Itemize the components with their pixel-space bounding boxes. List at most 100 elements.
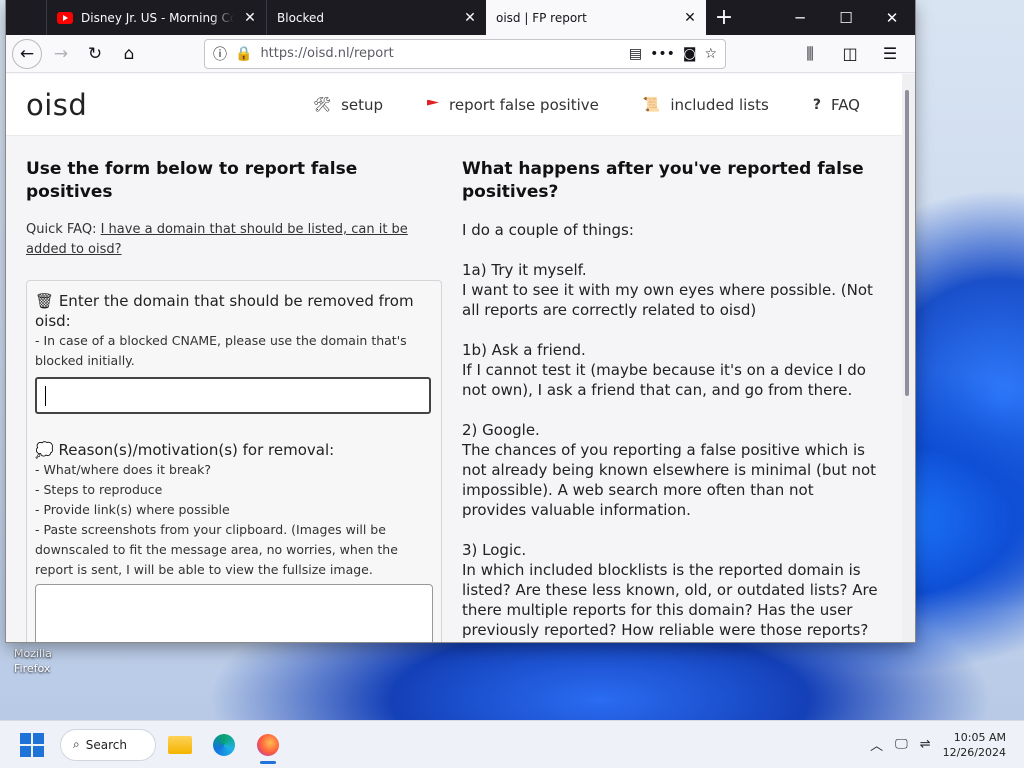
taskbar-search[interactable]: ⌕ Search (60, 728, 156, 761)
domain-hint: - In case of a blocked CNAME, please use… (35, 333, 407, 368)
file-explorer-button[interactable] (160, 725, 200, 765)
tab-title: Blocked (277, 10, 325, 25)
info-step: 1a) Try it myself. I want to see it with… (462, 260, 882, 320)
site-header: oisd 🛠 setup report false positive 📜 inc… (6, 74, 902, 136)
tab-disney[interactable]: Disney Jr. US - Morning Conti ✕ (46, 0, 266, 35)
new-tab-button[interactable]: + (706, 0, 742, 35)
nav-report-label: report false positive (449, 95, 599, 114)
close-icon[interactable]: ✕ (462, 10, 478, 26)
close-icon[interactable]: ✕ (682, 10, 698, 26)
tab-fp-report[interactable]: oisd | FP report ✕ (486, 0, 706, 35)
clock-time: 10:05 AM (953, 730, 1006, 744)
minimize-icon[interactable]: ─ (777, 0, 823, 35)
speech-bubble-icon: 💭 (35, 441, 54, 459)
tab-title: Disney Jr. US - Morning Conti (81, 10, 234, 25)
page-scrollbar[interactable] (902, 74, 915, 642)
flag-icon (427, 99, 440, 106)
bookmark-star-icon[interactable]: ☆ (704, 46, 717, 62)
quick-faq-prefix: Quick FAQ: (26, 222, 97, 237)
info-intro: I do a couple of things: (462, 221, 634, 239)
edge-button[interactable] (204, 725, 244, 765)
info-body: I do a couple of things: 1a) Try it myse… (462, 220, 882, 640)
start-button[interactable] (20, 732, 44, 757)
nav-faq[interactable]: ? FAQ (791, 96, 882, 114)
step-title: 2) Google. (462, 421, 540, 439)
maximize-icon[interactable]: ☐ (823, 0, 869, 35)
network-icon[interactable]: ⇌ (920, 737, 931, 752)
taskbar-search-label: Search (85, 737, 127, 752)
display-icon[interactable]: 🖵 (895, 737, 908, 752)
desktop-icon-firefox[interactable]: Mozilla Firefox (14, 646, 66, 676)
tab-bar: Disney Jr. US - Morning Conti ✕ Blocked … (6, 0, 915, 35)
url-text[interactable]: https://oisd.nl/report (260, 46, 620, 61)
reason-textarea[interactable] (35, 584, 433, 642)
desktop-icon-label-line1: Mozilla (14, 647, 52, 660)
reason-block: 💭 Reason(s)/motivation(s) for removal: -… (35, 440, 433, 642)
trash-icon: 🗑 (35, 292, 55, 310)
site-nav: 🛠 setup report false positive 📜 included… (291, 96, 882, 114)
clock[interactable]: 10:05 AM 12/26/2024 (943, 730, 1006, 760)
reader-view-icon[interactable]: ▤ (629, 46, 642, 62)
step-body: I want to see it with my own eyes where … (462, 281, 873, 319)
step-body: If I cannot test it (maybe because it's … (462, 361, 866, 399)
tab-blocked[interactable]: Blocked ✕ (266, 0, 486, 35)
reason-hint: - Paste screenshots from your clipboard.… (35, 522, 398, 577)
reload-button[interactable]: ↻ (80, 39, 110, 69)
scroll-icon: 📜 (642, 96, 661, 113)
more-actions-icon[interactable]: ••• (650, 46, 675, 62)
nav-setup-label: setup (341, 95, 384, 114)
report-form: 🗑 Enter the domain that should be remove… (26, 280, 442, 642)
step-body: The chances of you reporting a false pos… (462, 441, 877, 519)
nav-included-lists[interactable]: 📜 included lists (621, 96, 791, 114)
domain-label-row: 🗑 Enter the domain that should be remove… (35, 291, 433, 331)
reason-hint: - Steps to reproduce (35, 482, 163, 497)
firefox-icon (257, 733, 279, 756)
url-bar[interactable]: ⓘ 🔒 https://oisd.nl/report ▤ ••• ◙ ☆ (204, 38, 726, 69)
system-tray: ︿ 🖵 ⇌ 10:05 AM 12/26/2024 (870, 730, 1024, 760)
browser-window: Disney Jr. US - Morning Conti ✕ Blocked … (6, 0, 915, 642)
search-icon: ⌕ (73, 737, 80, 751)
window-controls: ─ ☐ ✕ (777, 0, 915, 35)
pocket-icon[interactable]: ◙ (683, 46, 697, 62)
clock-date: 12/26/2024 (942, 745, 1006, 759)
tab-bar-spacer (6, 0, 46, 35)
reason-label: Reason(s)/motivation(s) for removal: (58, 441, 335, 459)
nav-setup[interactable]: 🛠 setup (291, 96, 405, 114)
form-column: Use the form below to report false posit… (26, 158, 442, 642)
form-heading: Use the form below to report false posit… (26, 159, 358, 202)
back-button[interactable]: ← (12, 38, 42, 69)
chevron-up-icon[interactable]: ︿ (870, 735, 883, 754)
step-title: 1b) Ask a friend. (462, 341, 586, 359)
close-icon[interactable]: ✕ (242, 10, 258, 26)
domain-input[interactable] (35, 377, 431, 414)
folder-icon (168, 735, 192, 754)
sidebar-icon[interactable]: ◫ (835, 39, 865, 69)
info-step: 2) Google. The chances of you reporting … (462, 420, 882, 520)
forward-button[interactable]: → (46, 39, 76, 69)
info-step: 3) Logic. In which included blocklists i… (462, 540, 882, 640)
taskbar: ⌕ Search ︿ 🖵 ⇌ 10:05 AM 12/26/2024 (0, 720, 1024, 768)
info-heading: What happens after you've reported false… (462, 159, 864, 202)
nav-toolbar: ← → ↻ ⌂ ⓘ 🔒 https://oisd.nl/report ▤ •••… (6, 35, 915, 73)
site-logo[interactable]: oisd (26, 88, 87, 122)
step-body: In which included blocklists is the repo… (462, 561, 878, 639)
page-content: oisd 🛠 setup report false positive 📜 inc… (6, 74, 902, 642)
close-window-icon[interactable]: ✕ (869, 0, 915, 35)
nav-report-false-positive[interactable]: report false positive (405, 96, 621, 114)
info-step: 1b) Ask a friend. If I cannot test it (m… (462, 340, 882, 400)
edge-icon (213, 733, 235, 756)
reason-hint: - What/where does it break? (35, 462, 212, 477)
lock-icon[interactable]: 🔒 (235, 46, 252, 62)
firefox-button[interactable] (248, 725, 288, 765)
scroll-thumb[interactable] (905, 90, 909, 396)
library-icon[interactable]: ⫼ (795, 39, 825, 69)
info-icon[interactable]: ⓘ (213, 44, 227, 64)
home-button[interactable]: ⌂ (114, 39, 144, 69)
youtube-icon (57, 11, 73, 24)
reason-hint: - Provide link(s) where possible (35, 502, 230, 517)
nav-faq-label: FAQ (830, 95, 860, 114)
toolbar-right: ⫼ ◫ ☰ (795, 39, 909, 69)
menu-icon[interactable]: ☰ (875, 39, 905, 69)
tab-title: oisd | FP report (496, 10, 587, 25)
question-icon: ? (812, 96, 821, 113)
